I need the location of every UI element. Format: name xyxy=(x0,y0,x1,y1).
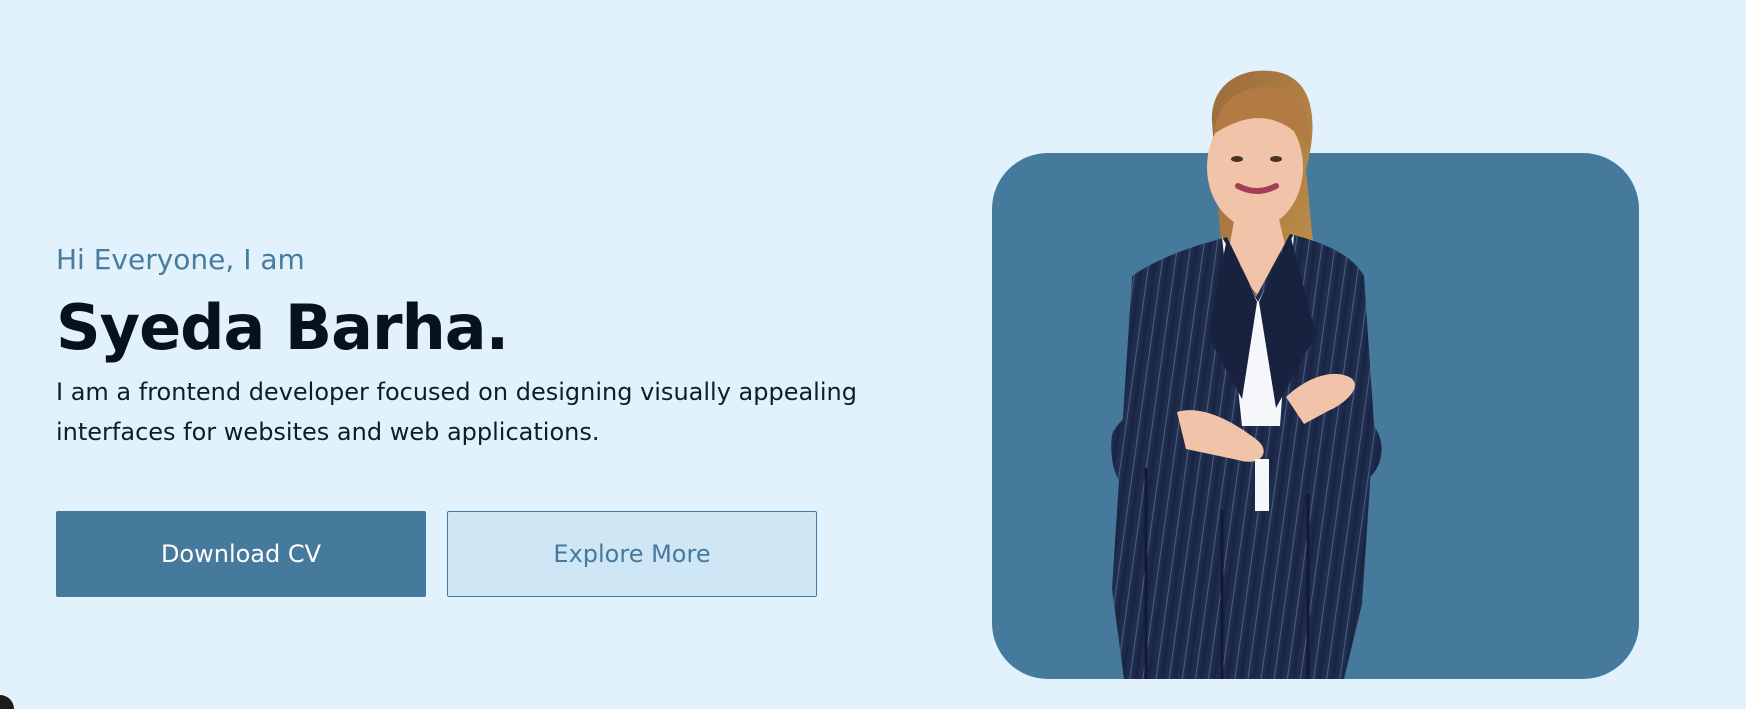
intro-text: Hi Everyone, I am Syeda Barha. I am a fr… xyxy=(56,236,916,452)
person-name: Syeda Barha. xyxy=(56,291,509,364)
download-cv-button[interactable]: Download CV xyxy=(56,511,426,597)
greeting-text: Hi Everyone, I am xyxy=(56,243,305,276)
person-illustration xyxy=(1111,70,1382,679)
portrait-image xyxy=(1092,64,1432,679)
profile-description: I am a frontend developer focused on des… xyxy=(56,378,857,446)
floating-action-dot-icon[interactable] xyxy=(0,695,14,709)
hero-section: Hi Everyone, I am Syeda Barha. I am a fr… xyxy=(0,0,1746,709)
cta-buttons: Download CV Explore More xyxy=(56,511,817,597)
explore-more-button[interactable]: Explore More xyxy=(447,511,817,597)
